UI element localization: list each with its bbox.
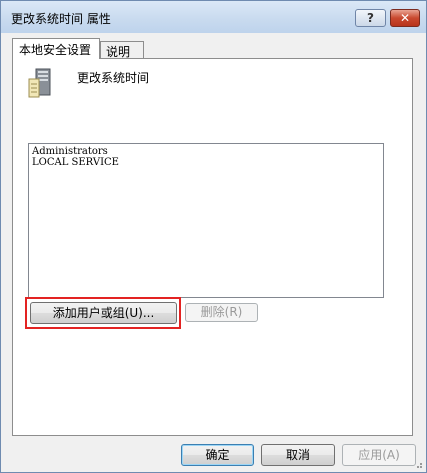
list-item[interactable]: LOCAL SERVICE — [32, 157, 383, 168]
cancel-button[interactable]: 取消 — [261, 444, 335, 466]
help-button[interactable]: ? — [355, 9, 386, 27]
tab-local-security-setting[interactable]: 本地安全设置 — [12, 38, 100, 59]
policy-title: 更改系统时间 — [77, 71, 150, 85]
accounts-listbox[interactable]: Administrators LOCAL SERVICE — [28, 143, 384, 298]
title-bar[interactable]: 更改系统时间 属性 ? ✕ — [1, 1, 426, 33]
add-user-or-group-button[interactable]: 添加用户或组(U)... — [30, 302, 177, 324]
close-button[interactable]: ✕ — [390, 9, 420, 27]
ok-button[interactable]: 确定 — [181, 444, 254, 466]
properties-dialog: 更改系统时间 属性 ? ✕ 本地安全设置 说明 更改系统时间 Administr… — [0, 0, 427, 473]
tab-explain[interactable]: 说明 — [100, 41, 144, 59]
window-title: 更改系统时间 属性 — [11, 12, 111, 26]
server-icon — [28, 68, 51, 98]
resize-grip-icon[interactable] — [413, 459, 423, 469]
apply-button[interactable]: 应用(A) — [342, 444, 416, 466]
remove-button[interactable]: 删除(R) — [185, 303, 258, 322]
list-item[interactable]: Administrators — [32, 146, 383, 157]
